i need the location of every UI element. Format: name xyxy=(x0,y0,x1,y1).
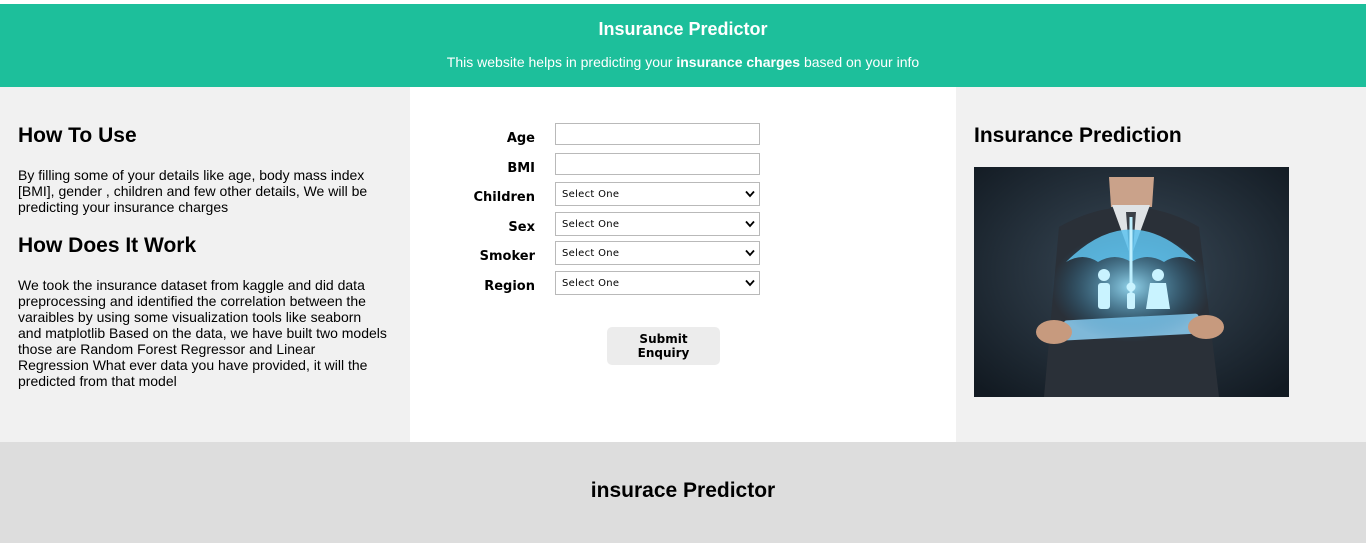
site-footer: insurace Predictor xyxy=(0,442,1366,543)
region-select[interactable]: Select One xyxy=(555,271,760,295)
smoker-select[interactable]: Select One xyxy=(555,241,760,265)
sex-select[interactable]: Select One xyxy=(555,212,760,236)
insurance-illustration-image xyxy=(974,167,1289,397)
chevron-down-icon xyxy=(745,249,755,257)
children-select-value: Select One xyxy=(562,189,620,200)
children-select[interactable]: Select One xyxy=(555,182,760,206)
bmi-label: BMI xyxy=(507,161,535,176)
how-to-use-heading: How To Use xyxy=(18,124,137,147)
chevron-down-icon xyxy=(745,279,755,287)
left-info-panel: How To Use By filling some of your detai… xyxy=(0,87,410,442)
insurance-prediction-heading: Insurance Prediction xyxy=(974,124,1182,147)
businessman-umbrella-family-icon xyxy=(974,167,1289,397)
how-it-works-heading: How Does It Work xyxy=(18,234,197,257)
tagline-bold-text: insurance charges xyxy=(676,54,801,70)
region-select-value: Select One xyxy=(562,278,620,289)
site-tagline: This website helps in predicting your in… xyxy=(0,54,1366,70)
submit-enquiry-button[interactable]: Submit Enquiry xyxy=(607,327,720,365)
region-row: Region Select One xyxy=(410,271,956,305)
right-image-panel: Insurance Prediction xyxy=(956,87,1366,442)
children-label: Children xyxy=(473,190,536,205)
smoker-label: Smoker xyxy=(479,249,535,264)
how-it-works-text: We took the insurance dataset from kaggl… xyxy=(18,277,387,389)
age-label: Age xyxy=(506,131,535,146)
chevron-down-icon xyxy=(745,190,755,198)
tagline-text-end: based on your info xyxy=(800,54,920,70)
site-title: Insurance Predictor xyxy=(598,19,768,39)
prediction-form: Age BMI Children Select One Sex Select O… xyxy=(410,87,956,442)
how-to-use-text: By filling some of your details like age… xyxy=(18,167,368,215)
chevron-down-icon xyxy=(745,220,755,228)
site-header: Insurance Predictor This website helps i… xyxy=(0,4,1366,87)
smoker-select-value: Select One xyxy=(562,248,620,259)
region-label: Region xyxy=(484,279,535,294)
footer-title: insurace Predictor xyxy=(590,479,776,502)
age-input[interactable] xyxy=(555,123,760,145)
sex-select-value: Select One xyxy=(562,219,620,230)
bmi-input[interactable] xyxy=(555,153,760,175)
tagline-text-start: This website helps in predicting your xyxy=(446,54,677,70)
sex-label: Sex xyxy=(508,220,535,235)
